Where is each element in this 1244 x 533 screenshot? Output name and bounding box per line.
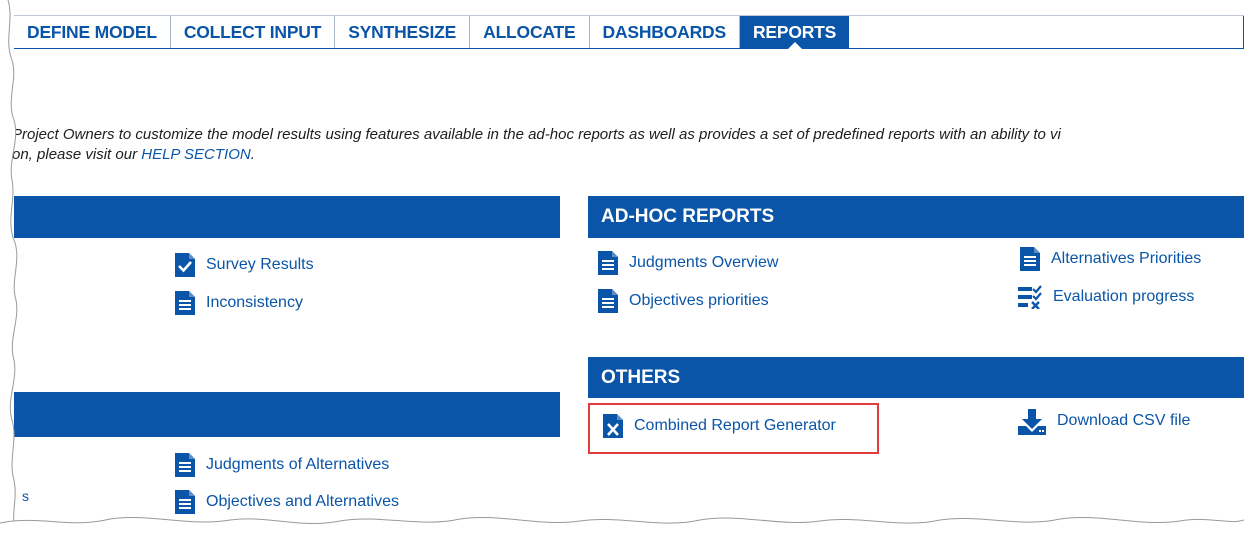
report-link-evaluation-progress[interactable]: Evaluation progress — [1018, 285, 1194, 309]
help-section-link[interactable]: HELP SECTION — [141, 146, 250, 163]
partial-link-text[interactable]: s — [22, 488, 29, 504]
reports-intro-text: Project Owners to customize the model re… — [12, 125, 1244, 165]
document-icon — [598, 289, 618, 313]
tab-reports[interactable]: REPORTS — [739, 16, 850, 49]
tab-label: SYNTHESIZE — [348, 21, 457, 42]
others-header: OTHERS — [588, 357, 1244, 398]
main-navigation: DEFINE MODEL COLLECT INPUT SYNTHESIZE AL… — [14, 15, 1244, 49]
report-link-label: Inconsistency — [206, 294, 303, 311]
intro-line-2-suffix: . — [250, 146, 255, 163]
nav-spacer — [849, 16, 1244, 48]
intro-line-2-prefix: on, please visit our — [12, 146, 142, 163]
others-title: OTHERS — [601, 366, 681, 388]
tab-allocate[interactable]: ALLOCATE — [470, 16, 590, 48]
report-link-label: Objectives and Alternatives — [206, 493, 399, 510]
intro-line-1: Project Owners to customize the model re… — [12, 126, 1061, 143]
document-icon — [598, 251, 618, 275]
report-link-label: Evaluation progress — [1053, 288, 1195, 305]
report-link-inconsistency[interactable]: Inconsistency — [175, 291, 303, 315]
tab-label: DEFINE MODEL — [27, 21, 157, 42]
download-icon — [1018, 409, 1046, 435]
left-section-header — [14, 196, 560, 238]
adhoc-reports-title: AD-HOC REPORTS — [601, 206, 775, 227]
tab-label: DASHBOARDS — [602, 21, 727, 42]
tab-define-model[interactable]: DEFINE MODEL — [14, 16, 171, 48]
report-link-judgments-overview[interactable]: Judgments Overview — [598, 251, 778, 275]
report-link-judgments-of-alternatives[interactable]: Judgments of Alternatives — [175, 453, 389, 477]
document-icon — [1020, 247, 1040, 271]
report-link-survey-results[interactable]: Survey Results — [175, 253, 314, 277]
intro-line-2: on, please visit our HELP SECTION. — [12, 145, 1244, 165]
report-link-objectives-priorities[interactable]: Objectives priorities — [598, 289, 769, 313]
report-link-label: Download CSV file — [1057, 412, 1191, 429]
report-link-download-csv-file[interactable]: Download CSV file — [1018, 409, 1191, 435]
report-link-alternatives-priorities[interactable]: Alternatives Priorities — [1020, 247, 1201, 271]
tab-label: ALLOCATE — [483, 21, 576, 42]
document-icon — [175, 291, 195, 315]
torn-bottom-edge — [0, 516, 1244, 533]
document-icon — [175, 453, 195, 477]
tab-label: REPORTS — [752, 21, 837, 42]
report-link-label: Judgments of Alternatives — [206, 456, 390, 473]
report-link-label: Objectives priorities — [629, 292, 769, 309]
active-tab-notch — [787, 42, 802, 49]
check-document-icon — [175, 253, 195, 277]
checklist-icon — [1018, 285, 1042, 309]
report-link-label: Judgments Overview — [629, 254, 779, 271]
report-link-label: Survey Results — [206, 256, 314, 273]
tab-synthesize[interactable]: SYNTHESIZE — [335, 16, 471, 48]
tab-label: COLLECT INPUT — [183, 21, 322, 42]
tab-collect-input[interactable]: COLLECT INPUT — [171, 16, 336, 48]
adhoc-reports-header: AD-HOC REPORTS — [588, 196, 1244, 238]
tab-dashboards[interactable]: DASHBOARDS — [590, 16, 740, 48]
report-link-label: Alternatives Priorities — [1051, 250, 1202, 267]
highlight-box — [588, 403, 879, 454]
left-lower-section-header — [14, 392, 560, 437]
torn-left-edge — [0, 0, 18, 533]
